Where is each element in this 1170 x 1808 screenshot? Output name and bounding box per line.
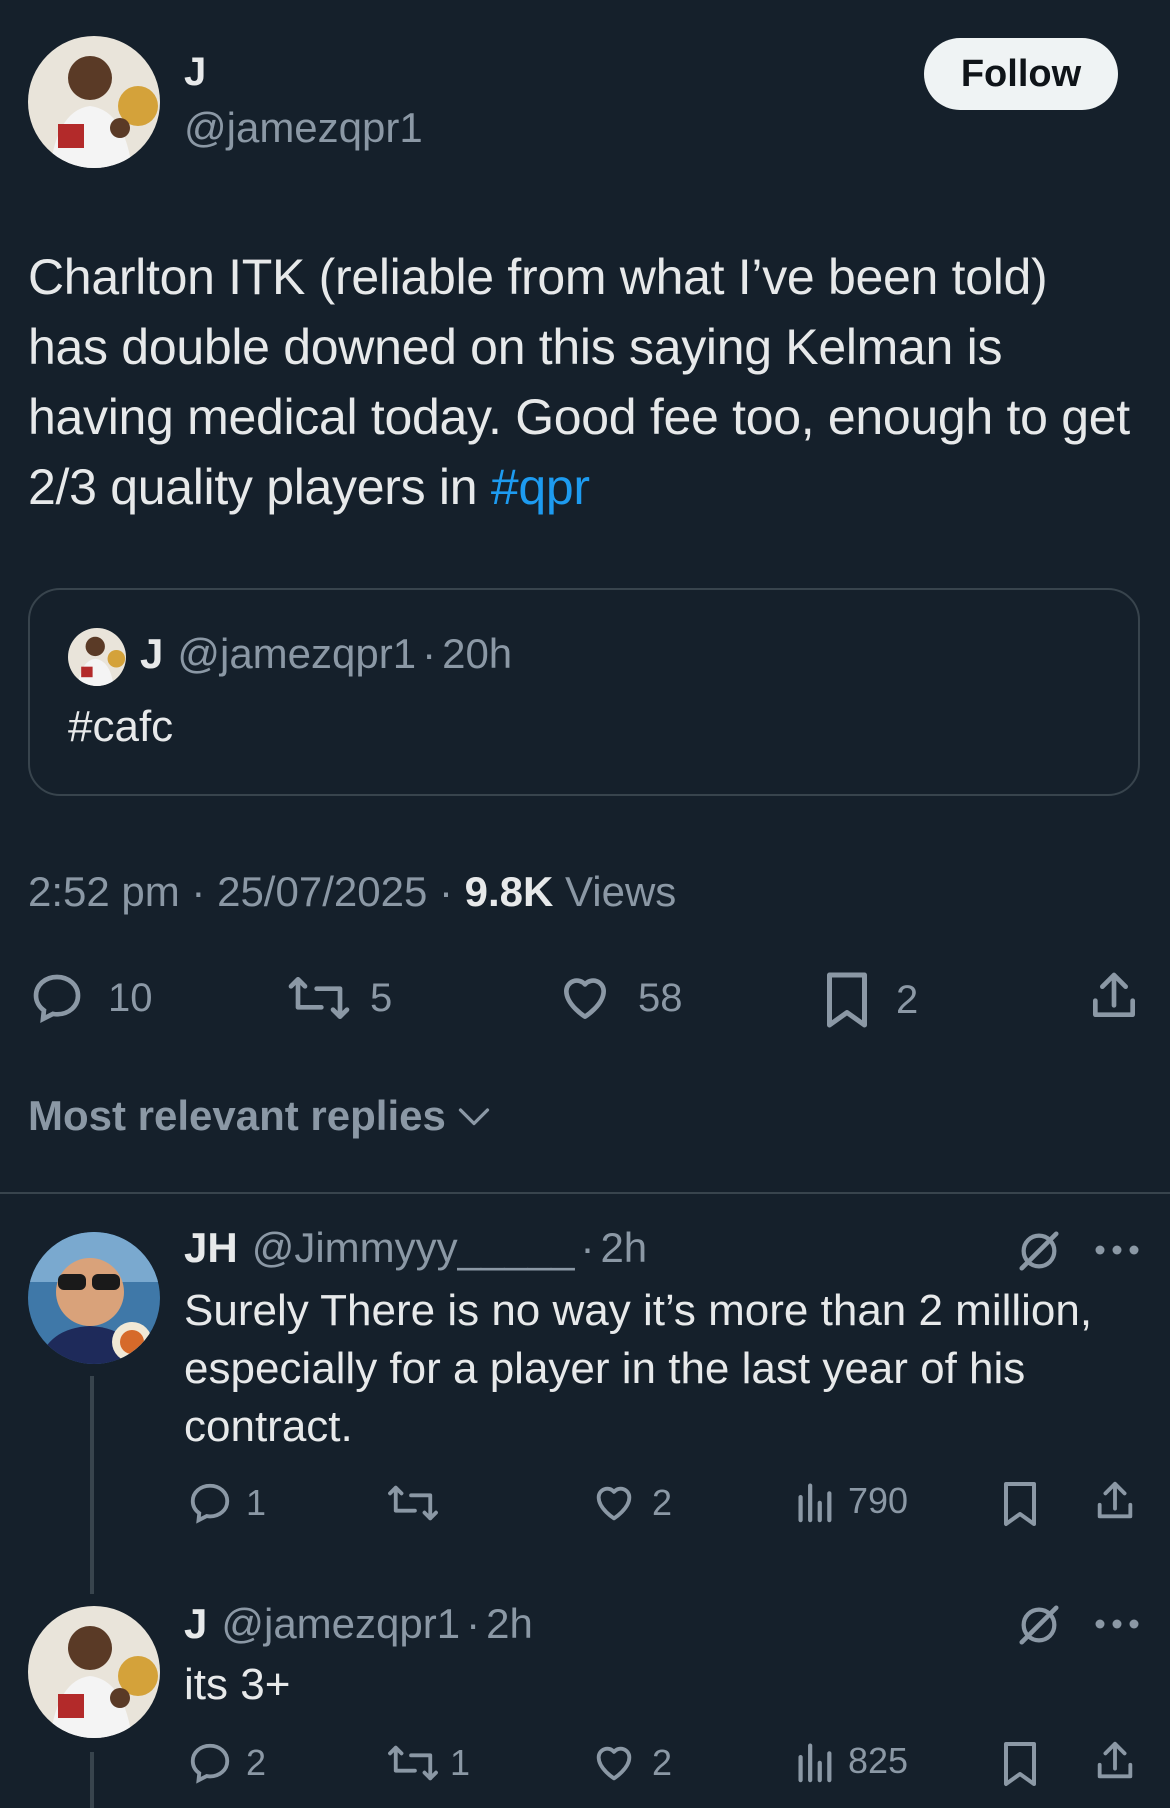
share-button[interactable] (1092, 1478, 1138, 1524)
reply-icon (186, 1480, 234, 1526)
bookmark-button[interactable] (1000, 1740, 1040, 1788)
reply-text: its 3+ (184, 1660, 291, 1709)
reply-time: 2h (486, 1600, 533, 1647)
repost-icon (386, 1740, 440, 1786)
author-name[interactable]: J (184, 50, 206, 95)
views-count: 9.8K (464, 868, 554, 915)
grok-icon[interactable] (1016, 1602, 1062, 1648)
views-icon (794, 1478, 834, 1524)
like-count: 2 (652, 1482, 673, 1523)
like-count: 58 (638, 975, 683, 1020)
heart-icon (590, 1740, 638, 1786)
reply-icon (28, 970, 86, 1026)
reply-author-name[interactable]: JH (184, 1224, 238, 1272)
heart-icon (556, 970, 614, 1026)
replies-sort-dropdown[interactable]: Most relevant replies (28, 1092, 492, 1140)
reply-count: 1 (246, 1482, 267, 1523)
quoted-name: J (140, 630, 164, 677)
tweet-date: 25/07/2025 (217, 868, 428, 915)
divider (0, 1192, 1170, 1194)
repost-icon (386, 1480, 440, 1526)
bookmark-icon (1000, 1740, 1040, 1788)
repost-button[interactable]: 1 (386, 1740, 470, 1786)
reply-count: 10 (108, 975, 153, 1020)
reply-author-handle[interactable]: @Jimmyyy_____ (252, 1224, 575, 1272)
quoted-tweet[interactable]: J @jamezqpr1 · 20h #cafc (28, 588, 1140, 796)
reply-button[interactable]: 1 (186, 1480, 266, 1526)
repost-button[interactable] (386, 1480, 450, 1526)
heart-icon (590, 1480, 638, 1526)
share-button[interactable] (1086, 968, 1142, 1024)
repost-count: 1 (450, 1742, 471, 1783)
reply-icon (186, 1740, 234, 1786)
share-icon (1092, 1738, 1138, 1784)
repost-icon (286, 970, 352, 1026)
author-avatar[interactable] (28, 36, 160, 168)
views-label: Views (565, 868, 677, 915)
replies-sort-label: Most relevant replies (28, 1092, 446, 1139)
reply-header: J @jamezqpr1 · 2h (184, 1600, 533, 1648)
reply-text: Surely There is no way it’s more than 2 … (184, 1286, 1093, 1451)
quoted-avatar (68, 628, 126, 686)
chevron-down-icon (456, 1101, 492, 1131)
dot-separator: · (422, 630, 437, 677)
author-handle[interactable]: @jamezqpr1 (184, 104, 423, 152)
reply-button[interactable]: 2 (186, 1740, 266, 1786)
reply-author-handle[interactable]: @jamezqpr1 (221, 1600, 460, 1648)
like-button[interactable]: 2 (590, 1740, 672, 1786)
views-button[interactable]: 790 (794, 1478, 908, 1524)
tweet-time: 2:52 pm (28, 868, 180, 915)
quoted-text: #cafc (68, 702, 174, 751)
views-button[interactable]: 825 (794, 1738, 908, 1784)
repost-count: 5 (370, 975, 393, 1020)
share-icon (1086, 968, 1142, 1024)
reply-author-name[interactable]: J (184, 1600, 207, 1648)
bookmark-count: 2 (896, 977, 919, 1022)
follow-button[interactable]: Follow (924, 38, 1118, 110)
reply-header: JH @Jimmyyy_____ · 2h (184, 1224, 647, 1272)
thread-line (90, 1752, 94, 1808)
repost-button[interactable]: 5 (286, 970, 392, 1026)
reply-avatar[interactable] (28, 1232, 160, 1364)
views-icon (794, 1738, 834, 1784)
reply-count: 2 (246, 1742, 267, 1783)
thread-line (90, 1376, 94, 1594)
quoted-handle: @jamezqpr1 (177, 630, 417, 677)
grok-icon[interactable] (1016, 1228, 1062, 1274)
reply-avatar[interactable] (28, 1606, 160, 1738)
hashtag-link[interactable]: #qpr (491, 459, 590, 515)
like-count: 2 (652, 1742, 673, 1783)
like-button[interactable]: 2 (590, 1480, 672, 1526)
like-button[interactable]: 58 (556, 970, 683, 1026)
more-icon[interactable] (1094, 1244, 1140, 1256)
more-icon[interactable] (1094, 1618, 1140, 1630)
dot-separator: · (466, 1600, 481, 1647)
reply-time: 2h (600, 1224, 648, 1271)
bookmark-button[interactable]: 2 (822, 970, 918, 1030)
tweet-meta: 2:52 pm · 25/07/2025 · 9.8K Views (28, 868, 677, 915)
quoted-header: J @jamezqpr1 · 20h (140, 630, 512, 678)
share-icon (1092, 1478, 1138, 1524)
bookmark-icon (1000, 1480, 1040, 1528)
views-count: 825 (848, 1740, 909, 1781)
share-button[interactable] (1092, 1738, 1138, 1784)
views-count: 790 (848, 1480, 909, 1521)
bookmark-button[interactable] (1000, 1480, 1040, 1528)
reply-button[interactable]: 10 (28, 970, 153, 1026)
bookmark-icon (822, 970, 872, 1030)
tweet-text: Charlton ITK (reliable from what I’ve be… (28, 242, 1138, 522)
dot-separator: · (580, 1224, 595, 1271)
quoted-time: 20h (442, 630, 513, 677)
